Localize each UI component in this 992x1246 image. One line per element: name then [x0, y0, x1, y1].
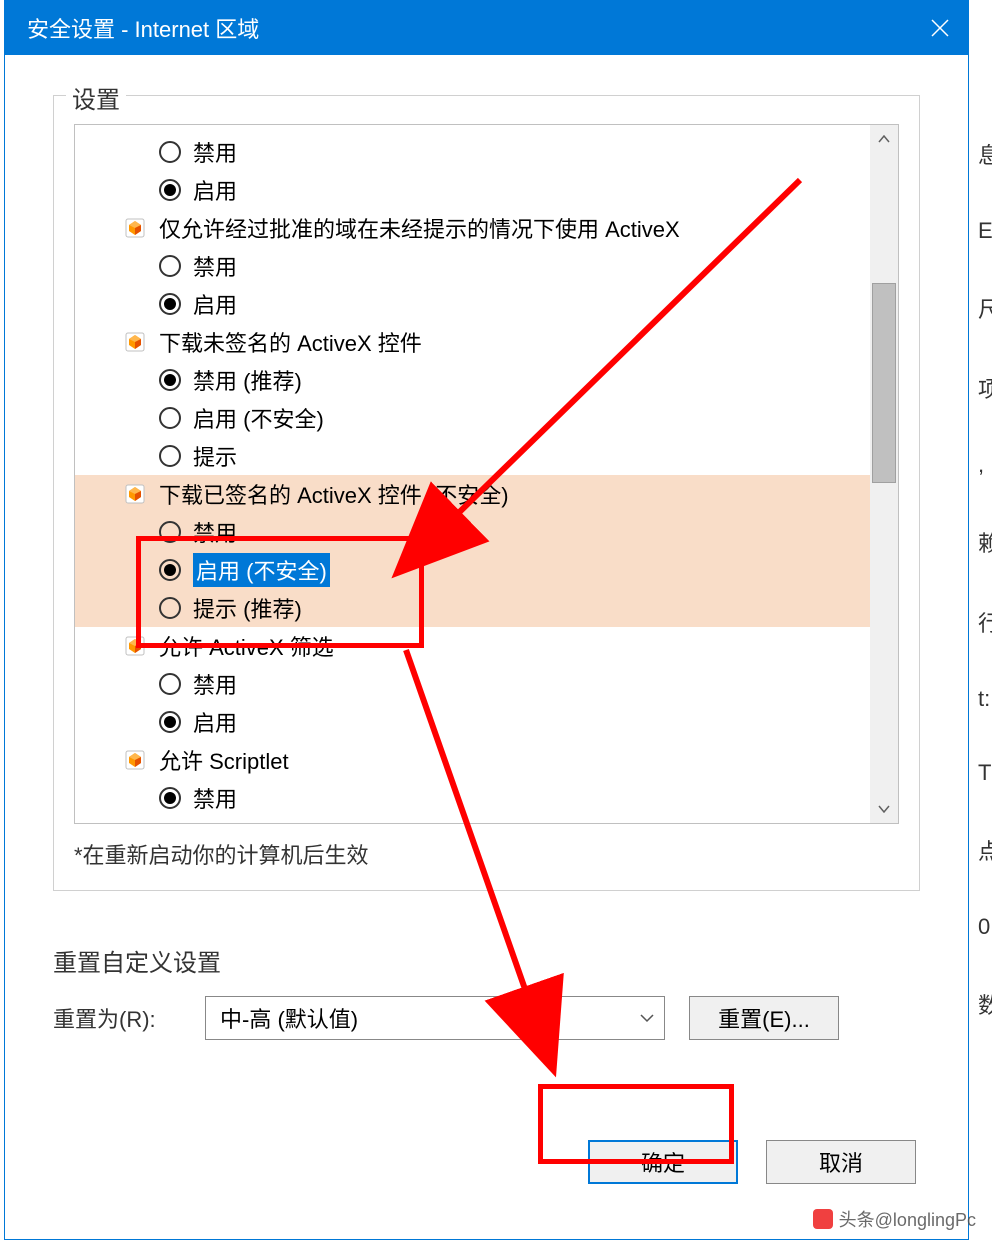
cropped-char: E: [978, 218, 992, 244]
titlebar: 安全设置 - Internet 区域: [5, 1, 968, 55]
cropped-char: 数: [978, 988, 992, 1020]
cropped-char: t:: [978, 686, 992, 712]
category-label: 下载已签名的 ActiveX 控件 (不安全): [159, 478, 509, 510]
category-label: 下载未签名的 ActiveX 控件: [159, 326, 422, 358]
option-label: 启用: [193, 706, 237, 738]
cancel-button[interactable]: 取消: [766, 1140, 916, 1184]
tree-option[interactable]: 提示 (推荐): [75, 589, 898, 627]
tree-option[interactable]: 提示: [75, 437, 898, 475]
radio-button[interactable]: [159, 711, 181, 733]
chevron-down-icon: [640, 1010, 654, 1026]
tree-option[interactable]: 禁用: [75, 247, 898, 285]
tree-category: 下载未签名的 ActiveX 控件: [75, 323, 898, 361]
tree-option[interactable]: 启用: [75, 285, 898, 323]
tree-option[interactable]: 禁用 (推荐): [75, 361, 898, 399]
dialog-footer: 确定 取消: [53, 1140, 920, 1184]
ok-button[interactable]: 确定: [588, 1140, 738, 1184]
security-settings-dialog: 安全设置 - Internet 区域 设置 禁用启用仅允许经过批准的域在未经提示…: [4, 0, 969, 1240]
reset-section: 重置自定义设置 重置为(R): 中-高 (默认值) 重置(E)...: [53, 943, 920, 1040]
tree-option[interactable]: 启用 (不安全): [75, 399, 898, 437]
option-label: 启用 (不安全): [193, 402, 324, 434]
option-label: 提示: [193, 440, 237, 472]
watermark-text: 头条@longlingPc: [839, 1206, 976, 1232]
radio-button[interactable]: [159, 521, 181, 543]
scrollbar[interactable]: [870, 125, 898, 823]
cropped-char: 行: [978, 606, 992, 638]
option-label: 禁用: [193, 250, 237, 282]
watermark-icon: [813, 1209, 833, 1229]
tree-option[interactable]: 禁用: [75, 665, 898, 703]
chevron-up-icon: [878, 135, 890, 143]
scroll-thumb[interactable]: [872, 283, 896, 483]
tree-option[interactable]: 禁用: [75, 513, 898, 551]
tree-option[interactable]: 禁用: [75, 779, 898, 817]
reset-row: 重置为(R): 中-高 (默认值) 重置(E)...: [53, 996, 920, 1040]
cropped-char: 点: [978, 834, 992, 866]
reset-button[interactable]: 重置(E)...: [689, 996, 839, 1040]
option-label: 禁用: [193, 136, 237, 168]
cropped-side-text: 息 E 尺项, 赖行 t: T 点 0 数: [978, 138, 992, 1020]
activex-icon: [123, 330, 147, 354]
groupbox-label: 设置: [66, 80, 126, 115]
reset-section-label: 重置自定义设置: [53, 943, 920, 978]
tree-category: 允许 ActiveX 筛选: [75, 627, 898, 665]
activex-icon: [123, 482, 147, 506]
cropped-char: 项: [978, 372, 992, 404]
option-label: 提示 (推荐): [193, 592, 302, 624]
dialog-body: 设置 禁用启用仅允许经过批准的域在未经提示的情况下使用 ActiveX禁用启用下…: [5, 55, 968, 1214]
radio-button[interactable]: [159, 293, 181, 315]
option-label: 禁用: [193, 516, 237, 548]
category-label: 允许 Scriptlet: [159, 744, 289, 776]
tree-category: 允许 Scriptlet: [75, 741, 898, 779]
activex-icon: [123, 634, 147, 658]
cropped-char: 尺: [978, 292, 992, 324]
tree-option[interactable]: 启用 (不安全): [75, 551, 898, 589]
option-label: 禁用: [193, 668, 237, 700]
reset-level-dropdown[interactable]: 中-高 (默认值): [205, 996, 665, 1040]
cropped-char: 0: [978, 914, 992, 940]
reset-to-label: 重置为(R):: [53, 1002, 181, 1034]
tree-option[interactable]: 启用: [75, 703, 898, 741]
tree-category: 下载已签名的 ActiveX 控件 (不安全): [75, 475, 898, 513]
tree-option[interactable]: 禁用: [75, 133, 898, 171]
cropped-char: 赖: [978, 526, 992, 558]
tree-option[interactable]: 启用: [75, 171, 898, 209]
option-label: 启用: [193, 288, 237, 320]
close-icon: [930, 18, 950, 38]
option-label: 禁用 (推荐): [193, 364, 302, 396]
settings-groupbox: 设置 禁用启用仅允许经过批准的域在未经提示的情况下使用 ActiveX禁用启用下…: [53, 95, 920, 891]
watermark: 头条@longlingPc: [813, 1206, 976, 1232]
radio-button[interactable]: [159, 369, 181, 391]
radio-button[interactable]: [159, 141, 181, 163]
radio-button[interactable]: [159, 179, 181, 201]
activex-icon: [123, 748, 147, 772]
chevron-down-icon: [878, 805, 890, 813]
radio-button[interactable]: [159, 255, 181, 277]
cropped-char: T: [978, 760, 992, 786]
radio-button[interactable]: [159, 787, 181, 809]
dropdown-value: 中-高 (默认值): [220, 1002, 358, 1034]
category-label: 允许 ActiveX 筛选: [159, 630, 334, 662]
restart-note: *在重新启动你的计算机后生效: [74, 838, 899, 870]
scroll-down-button[interactable]: [870, 795, 898, 823]
dialog-title: 安全设置 - Internet 区域: [27, 12, 912, 44]
activex-icon: [123, 216, 147, 240]
radio-button[interactable]: [159, 673, 181, 695]
radio-button[interactable]: [159, 559, 181, 581]
category-label: 仅允许经过批准的域在未经提示的情况下使用 ActiveX: [159, 212, 680, 244]
cropped-char: 息: [978, 138, 992, 170]
option-label: 启用: [193, 174, 237, 206]
radio-button[interactable]: [159, 407, 181, 429]
radio-button[interactable]: [159, 597, 181, 619]
scroll-up-button[interactable]: [870, 125, 898, 153]
settings-tree[interactable]: 禁用启用仅允许经过批准的域在未经提示的情况下使用 ActiveX禁用启用下载未签…: [74, 124, 899, 824]
settings-tree-inner: 禁用启用仅允许经过批准的域在未经提示的情况下使用 ActiveX禁用启用下载未签…: [75, 125, 898, 823]
tree-category: 仅允许经过批准的域在未经提示的情况下使用 ActiveX: [75, 209, 898, 247]
option-label: 禁用: [193, 782, 237, 814]
close-button[interactable]: [912, 1, 968, 55]
radio-button[interactable]: [159, 445, 181, 467]
cropped-char: ,: [978, 452, 992, 478]
option-label: 启用 (不安全): [193, 553, 330, 587]
